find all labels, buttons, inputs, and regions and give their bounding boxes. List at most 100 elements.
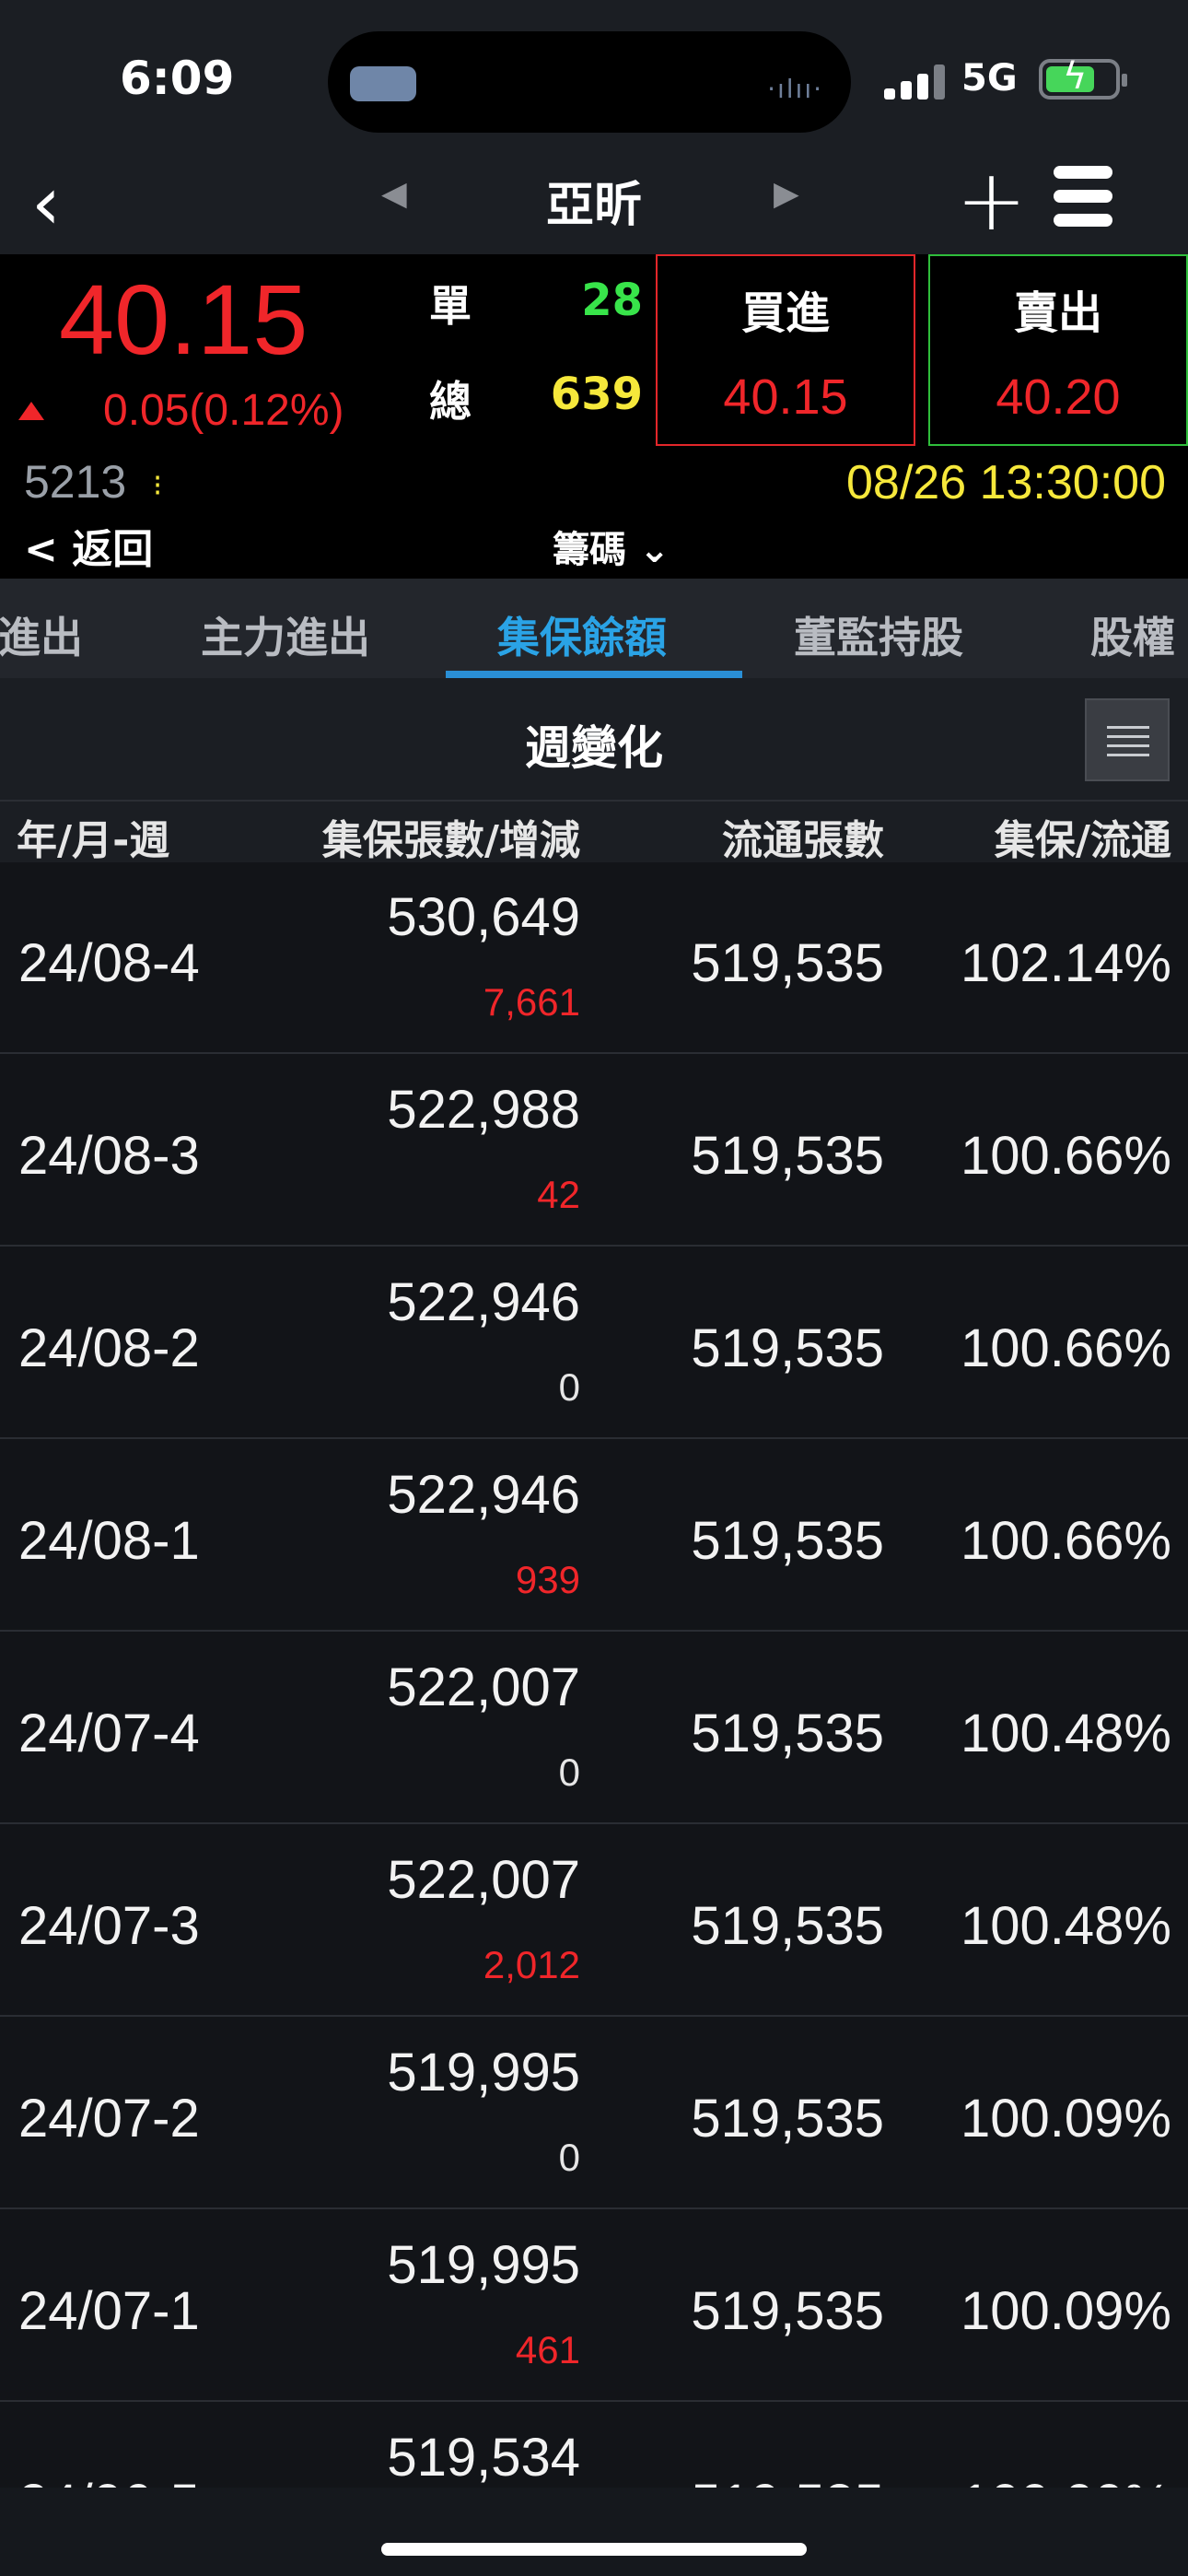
holdings-cell: 522,988 <box>387 1080 580 1140</box>
hamburger-icon[interactable] <box>1054 164 1112 228</box>
holdings-table[interactable]: 24/08-4 530,649 7,661 519,535 102.14% 24/08-3… <box>0 862 1188 2488</box>
single-volume-value: 28 <box>581 275 643 326</box>
up-triangle-icon <box>18 402 44 420</box>
period-cell: 24/06-5 <box>18 2473 200 2488</box>
home-indicator-area <box>0 2488 1188 2576</box>
holdings-cell: 519,995 <box>387 2235 580 2295</box>
status-bar: 6:09 ·ılıı· 5G ϟ <box>0 0 1188 157</box>
float-cell: 519,535 <box>691 2281 884 2341</box>
table-header: 年/月-週 集保張數/增減 流通張數 集保/流通 <box>0 800 1188 864</box>
section-title: 週變化 <box>525 721 663 775</box>
return-button[interactable]: < 返回 <box>24 516 153 575</box>
tab-bar: 進出 主力進出 集保餘額 董監持股 股權 <box>0 579 1188 678</box>
quote-panel: 40.15 0.05(0.12%) 單 28 總 639 買進 40.15 賣出… <box>0 254 1188 450</box>
sell-button[interactable]: 賣出 40.20 <box>928 254 1188 446</box>
table-row[interactable]: 24/08-2 522,946 0 519,535 100.66% <box>0 1247 1188 1439</box>
holdings-cell: 522,946 <box>387 1465 580 1525</box>
cellular-signal-icon <box>884 64 945 100</box>
float-cell: 519,535 <box>691 933 884 993</box>
section-header: 週變化 <box>0 678 1188 800</box>
single-volume-label: 單 <box>429 281 472 331</box>
float-cell: 519,535 <box>691 1704 884 1763</box>
float-cell: 519,535 <box>691 1896 884 1956</box>
ratio-cell: 100.48% <box>961 1704 1171 1763</box>
period-cell: 24/08-2 <box>18 1318 200 1378</box>
delta-cell: 7,661 <box>483 980 580 1024</box>
table-row[interactable]: 24/08-1 522,946 939 519,535 100.66% <box>0 1440 1188 1632</box>
chips-dropdown[interactable]: 籌碼 ⌄ <box>553 520 670 573</box>
battery-icon: ϟ <box>1039 55 1127 100</box>
quote-datetime: 08/26 13:30:00 <box>846 456 1166 509</box>
tab-director-holdings[interactable]: 董監持股 <box>794 604 963 665</box>
holdings-cell: 522,007 <box>387 1657 580 1717</box>
total-volume-value: 639 <box>550 369 643 420</box>
period-cell: 24/07-2 <box>18 2089 200 2149</box>
holdings-cell: 522,007 <box>387 1850 580 1910</box>
tab-depository-balance[interactable]: 集保餘額 <box>497 604 667 665</box>
float-cell: 519,535 <box>691 1126 884 1186</box>
delta-cell: 0 <box>558 1751 580 1794</box>
buy-label: 買進 <box>740 287 830 339</box>
ratio-cell: 100.00% <box>961 2473 1171 2488</box>
sell-price: 40.20 <box>996 369 1121 425</box>
chevron-down-icon: ⌄ <box>626 529 670 571</box>
buy-button[interactable]: 買進 40.15 <box>656 254 915 446</box>
navigation-bar: ‹ ◀ 亞昕 ▶ + <box>0 157 1188 254</box>
home-indicator[interactable] <box>381 2543 807 2556</box>
delta-cell: 0 <box>558 2136 580 2179</box>
float-cell: 519,535 <box>691 2473 884 2488</box>
ratio-cell: 100.66% <box>961 1126 1171 1186</box>
triangle-right-icon[interactable]: ▶ <box>774 175 799 213</box>
table-row[interactable]: 24/07-3 522,007 2,012 519,535 100.48% <box>0 1825 1188 2017</box>
less-than-icon: < <box>24 526 58 573</box>
delta-cell: 42 <box>537 1173 580 1216</box>
plus-icon[interactable]: + <box>956 158 1027 243</box>
holdings-cell: 519,995 <box>387 2043 580 2102</box>
tab-major-in-out[interactable]: 主力進出 <box>201 604 370 665</box>
return-label: 返回 <box>72 526 154 573</box>
total-volume-label: 總 <box>429 377 472 427</box>
holdings-cell: 530,649 <box>387 887 580 947</box>
ratio-cell: 100.66% <box>961 1318 1171 1378</box>
period-cell: 24/07-4 <box>18 1704 200 1763</box>
period-cell: 24/08-1 <box>18 1511 200 1571</box>
tab-equity[interactable]: 股權 <box>1090 604 1175 665</box>
float-cell: 519,535 <box>691 1318 884 1378</box>
list-icon[interactable] <box>1085 698 1170 781</box>
buy-price: 40.15 <box>723 369 848 425</box>
active-tab-indicator <box>446 671 742 678</box>
table-row[interactable]: 24/06-5 519,534 519,535 100.00% <box>0 2403 1188 2488</box>
column-header-float: 流通張數 <box>722 817 884 864</box>
float-cell: 519,535 <box>691 2089 884 2149</box>
delta-cell: 0 <box>558 1365 580 1409</box>
status-time: 6:09 <box>120 52 235 105</box>
sell-label: 賣出 <box>1013 287 1102 339</box>
float-cell: 519,535 <box>691 1511 884 1571</box>
holdings-cell: 519,534 <box>387 2428 580 2488</box>
flag-mark-icon: ⁝ <box>153 468 163 503</box>
table-row[interactable]: 24/08-4 530,649 7,661 519,535 102.14% <box>0 862 1188 1054</box>
ratio-cell: 102.14% <box>961 933 1171 993</box>
table-row[interactable]: 24/07-2 519,995 0 519,535 100.09% <box>0 2018 1188 2209</box>
now-playing-thumbnail <box>350 66 416 101</box>
audio-wave-icon: ·ılıı· <box>767 74 823 104</box>
period-cell: 24/08-3 <box>18 1126 200 1186</box>
ratio-cell: 100.09% <box>961 2281 1171 2341</box>
chips-label: 籌碼 <box>553 529 626 571</box>
table-row[interactable]: 24/07-1 519,995 461 519,535 100.09% <box>0 2210 1188 2402</box>
holdings-cell: 522,946 <box>387 1272 580 1332</box>
period-cell: 24/07-1 <box>18 2281 200 2341</box>
column-header-ratio: 集保/流通 <box>994 817 1171 864</box>
table-row[interactable]: 24/07-4 522,007 0 519,535 100.48% <box>0 1633 1188 1824</box>
dynamic-island: ·ılıı· <box>328 31 851 133</box>
price-change: 0.05(0.12%) <box>103 386 344 435</box>
period-cell: 24/08-4 <box>18 933 200 993</box>
charging-bolt-icon: ϟ <box>1063 55 1088 98</box>
column-header-holdings: 集保張數/增減 <box>321 817 580 864</box>
tab-in-out[interactable]: 進出 <box>0 604 83 665</box>
ratio-cell: 100.66% <box>961 1511 1171 1571</box>
table-row[interactable]: 24/08-3 522,988 42 519,535 100.66% <box>0 1055 1188 1247</box>
network-type: 5G <box>961 57 1018 100</box>
stock-code: 5213 <box>24 456 127 508</box>
quote-subrow: 5213 ⁝ 08/26 13:30:00 < 返回 籌碼 ⌄ <box>0 450 1188 579</box>
